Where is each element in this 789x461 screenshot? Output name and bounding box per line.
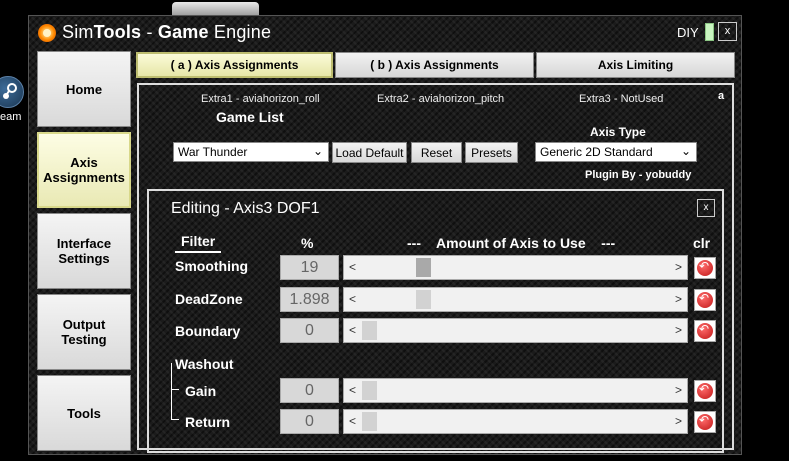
slider-thumb[interactable] [362,412,377,431]
deadzone-clear-button[interactable] [694,289,716,311]
deadzone-value[interactable]: 1.898 [280,287,339,312]
undo-icon [697,322,713,339]
plugin-author-label: Plugin By - yobuddy [585,169,692,181]
smoothing-value[interactable]: 19 [280,255,339,280]
boundary-slider[interactable]: < > [343,318,688,343]
desktop-icon-label: eam [0,111,22,123]
slider-right-arrow-icon[interactable]: > [675,260,682,274]
editor-title: Editing - Axis3 DOF1 [171,200,320,217]
washout-bracket-tick [171,419,179,420]
tab-axis-assignments-b[interactable]: ( b ) Axis Assignments [335,52,534,78]
steam-icon[interactable] [0,76,24,108]
slider-thumb[interactable] [362,321,377,340]
deadzone-slider[interactable]: < > [343,287,688,312]
clr-header: clr [693,235,711,251]
gain-slider[interactable]: < > [343,378,688,403]
diy-toggle[interactable] [705,23,714,41]
washout-label: Washout [175,356,234,372]
extra2-label: Extra2 - aviahorizon_pitch [377,93,505,105]
game-list-dropdown[interactable]: War Thunder ⌄ [173,142,329,162]
slider-left-arrow-icon[interactable]: < [349,323,356,337]
slider-left-arrow-icon[interactable]: < [349,292,356,306]
extra1-label: Extra1 - aviahorizon_roll [201,93,320,105]
reset-button[interactable]: Reset [411,142,462,163]
gain-value[interactable]: 0 [280,378,339,403]
nav-output-testing-button[interactable]: Output Testing [37,294,131,370]
simtools-window: SimTools - Game Engine DIY x Home Axis A… [28,15,742,455]
chevron-down-icon: ⌄ [680,144,691,158]
nav-home-button[interactable]: Home [37,51,131,127]
boundary-clear-button[interactable] [694,320,716,342]
return-slider[interactable]: < > [343,409,688,434]
axis-editor-panel: Editing - Axis3 DOF1 x Filter % --- Amou… [147,189,724,453]
washout-bracket-tick [171,389,179,390]
slider-thumb[interactable] [362,381,377,400]
window-close-button[interactable]: x [718,22,737,41]
gain-label: Gain [185,383,217,399]
undo-icon [697,382,713,399]
undo-icon [697,291,713,308]
slider-right-arrow-icon[interactable]: > [675,323,682,337]
extra3-label: Extra3 - NotUsed [579,93,664,105]
app-title: SimTools - Game Engine [62,22,272,42]
slider-right-arrow-icon[interactable]: > [675,414,682,428]
slider-left-arrow-icon[interactable]: < [349,383,356,397]
simtools-logo-icon [38,24,56,42]
smoothing-slider[interactable]: < > [343,255,688,280]
percent-header: % [301,235,314,251]
undo-icon [697,259,713,276]
axis-type-label: Axis Type [590,125,646,139]
editor-close-button[interactable]: x [697,199,715,217]
gain-clear-button[interactable] [694,380,716,402]
chevron-down-icon: ⌄ [312,144,323,158]
title-bar[interactable]: SimTools - Game Engine DIY x [29,16,741,50]
game-list-label: Game List [216,109,284,125]
load-default-button[interactable]: Load Default [332,142,407,163]
tab-axis-limiting[interactable]: Axis Limiting [536,52,735,78]
washout-bracket [171,363,172,419]
slider-thumb[interactable] [416,290,431,309]
amount-header: --- Amount of Axis to Use --- [407,235,616,251]
return-value[interactable]: 0 [280,409,339,434]
boundary-label: Boundary [175,323,241,339]
nav-interface-settings-button[interactable]: Interface Settings [37,213,131,289]
corner-marker: a [718,90,725,102]
slider-right-arrow-icon[interactable]: > [675,383,682,397]
smoothing-label: Smoothing [175,258,249,274]
smoothing-clear-button[interactable] [694,257,716,279]
diy-label: DIY [677,25,699,40]
deadzone-label: DeadZone [175,291,243,307]
slider-left-arrow-icon[interactable]: < [349,414,356,428]
nav-axis-assignments-button[interactable]: Axis Assignments [37,132,131,208]
nav-tools-button[interactable]: Tools [37,375,131,451]
return-clear-button[interactable] [694,411,716,433]
background-tab-stub [172,2,259,16]
slider-thumb[interactable] [416,258,431,277]
undo-icon [697,413,713,430]
boundary-value[interactable]: 0 [280,318,339,343]
axis-type-dropdown[interactable]: Generic 2D Standard ⌄ [535,142,697,162]
filter-header: Filter [175,233,222,253]
tab-axis-assignments-a[interactable]: ( a ) Axis Assignments [136,52,333,78]
slider-right-arrow-icon[interactable]: > [675,292,682,306]
slider-left-arrow-icon[interactable]: < [349,260,356,274]
presets-button[interactable]: Presets [465,142,518,163]
return-label: Return [185,414,231,430]
axis-assignment-panel: Extra1 - aviahorizon_roll Extra2 - aviah… [137,83,734,453]
